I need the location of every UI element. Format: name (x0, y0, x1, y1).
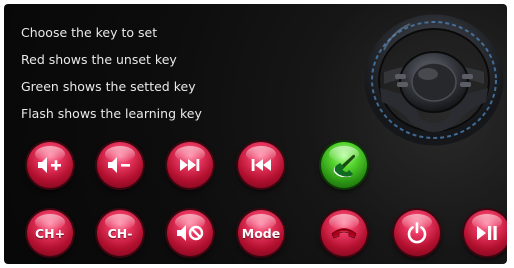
instruction-green-set: Green shows the setted key (21, 79, 196, 94)
previous-track-button[interactable] (238, 142, 284, 188)
volume-up-button[interactable] (27, 142, 73, 188)
channel-up-button[interactable]: CH+ (27, 210, 73, 256)
call-hangup-button[interactable] (321, 210, 367, 256)
mute-icon (177, 225, 204, 241)
play-pause-icon (477, 226, 497, 240)
phone-answer-icon (333, 154, 355, 177)
mute-button[interactable] (167, 210, 213, 256)
instruction-flash-learning: Flash shows the learning key (21, 106, 202, 121)
phone-hangup-icon (331, 228, 357, 239)
previous-track-icon (251, 159, 271, 171)
call-answer-button[interactable] (321, 142, 367, 188)
play-pause-button[interactable] (464, 210, 507, 256)
mode-button[interactable]: Mode (238, 210, 284, 256)
next-track-icon (180, 159, 200, 171)
channel-up-label: CH+ (34, 225, 66, 241)
volume-down-button[interactable] (97, 142, 143, 188)
volume-up-icon (38, 157, 61, 173)
steering-wheel-icon (364, 14, 504, 146)
instruction-red-unset: Red shows the unset key (21, 52, 177, 67)
power-button[interactable] (394, 210, 440, 256)
next-track-button[interactable] (167, 142, 213, 188)
power-icon (407, 222, 427, 244)
steering-wheel-key-screen: Choose the key to set Red shows the unse… (4, 4, 507, 264)
volume-down-icon (108, 157, 130, 173)
instruction-choose-key: Choose the key to set (21, 25, 158, 40)
channel-down-button[interactable]: CH- (97, 210, 143, 256)
mode-label: Mode (241, 225, 281, 241)
channel-down-label: CH- (107, 225, 133, 241)
